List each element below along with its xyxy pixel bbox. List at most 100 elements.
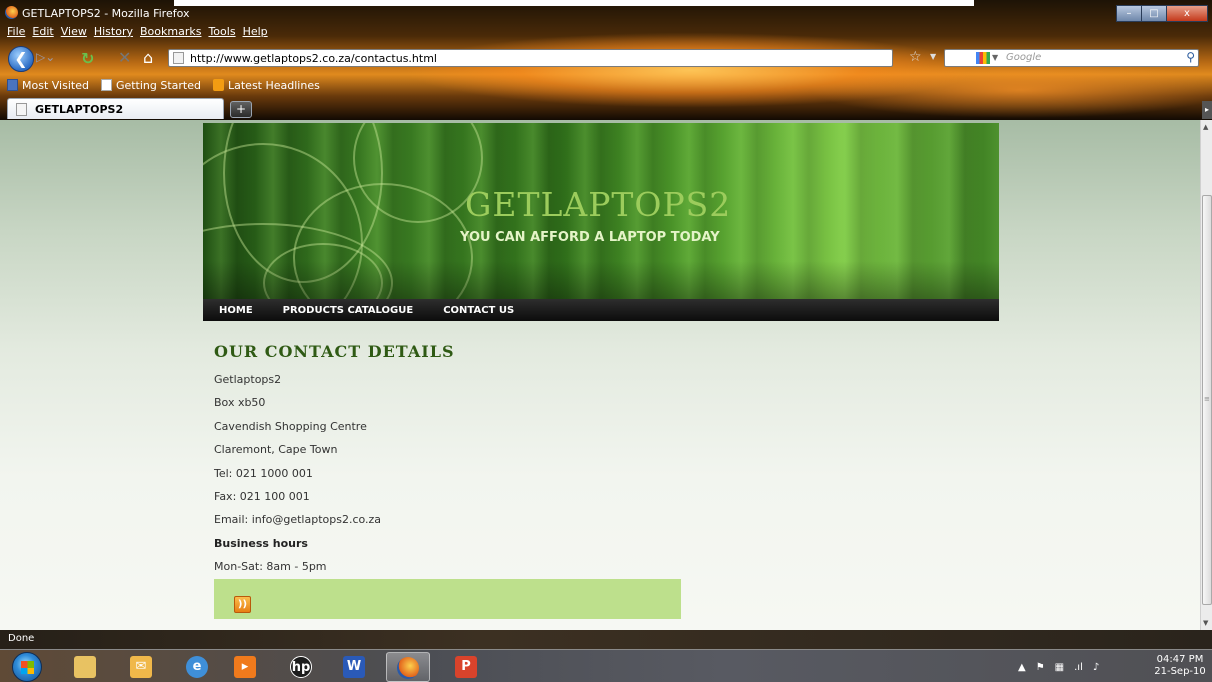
footer-box: )) (214, 579, 681, 619)
folder-icon (74, 656, 96, 678)
fax: Fax: 021 100 001 (214, 489, 310, 503)
google-engine-icon[interactable] (976, 52, 990, 64)
bookmark-label: Getting Started (115, 78, 201, 92)
clock[interactable]: 04:47 PM 21-Sep-10 (1150, 654, 1210, 678)
bookmark-latest-headlines[interactable]: Latest Headlines (213, 77, 320, 93)
taskbar-outlook[interactable]: ✉ (120, 652, 164, 682)
search-magnifier-icon[interactable]: ⚲ (1186, 50, 1195, 64)
windows-taskbar: ✉ e ▸ hp W P ▲ ⚑ ▦ .ıl ♪ 04:47 PM 21-Sep… (0, 649, 1212, 682)
taskbar-hp[interactable]: hp (280, 652, 324, 682)
action-center-flag-icon[interactable]: ⚑ (1036, 662, 1045, 673)
page-viewport: GETLAPTOPS2 YOU CAN AFFORD A LAPTOP TODA… (0, 120, 1200, 630)
page-icon (100, 79, 112, 91)
maximize-button[interactable]: □ (1141, 5, 1167, 22)
menu-bar: File Edit View History Bookmarks Tools H… (7, 25, 268, 41)
tab-label: GETLAPTOPS2 (35, 103, 124, 116)
title-bar: GETLAPTOPS2 - Mozilla Firefox – □ x (0, 5, 1212, 22)
system-tray: ▲ ⚑ ▦ .ıl ♪ (1018, 654, 1099, 680)
window-title: GETLAPTOPS2 - Mozilla Firefox (22, 7, 190, 20)
history-dropdown-icon[interactable]: ▼ (930, 52, 936, 61)
volume-icon[interactable]: ♪ (1093, 662, 1099, 673)
minimize-button[interactable]: – (1116, 5, 1142, 22)
clock-time: 04:47 PM (1156, 654, 1204, 665)
home-icon[interactable]: ⌂ (143, 48, 153, 67)
bookmark-getting-started[interactable]: Getting Started (100, 77, 201, 93)
network-icon[interactable]: ▦ (1055, 662, 1064, 673)
mail-icon: ✉ (130, 656, 152, 678)
forward-button[interactable]: ▷⌄ (36, 50, 56, 68)
taskbar-powerpoint[interactable]: P (445, 652, 489, 682)
rss-icon (213, 79, 224, 91)
window-controls: – □ x (1116, 5, 1208, 23)
email: Email: info@getlaptops2.co.za (214, 513, 382, 527)
scroll-grip-icon: ≡ (1204, 395, 1210, 403)
start-button[interactable] (12, 652, 42, 682)
new-tab-button[interactable]: + (230, 101, 252, 118)
bookmark-star-icon[interactable]: ☆ (909, 49, 922, 65)
menu-history[interactable]: History (94, 25, 133, 41)
navigation-toolbar: ❮ ▷⌄ ↻ ✕ ⌂ http://www.getlaptops2.co.za/… (0, 44, 1212, 72)
page-heading: OUR CONTACT DETAILS (214, 342, 455, 361)
back-button[interactable]: ❮ (8, 46, 34, 72)
engine-dropdown-icon[interactable]: ▼ (992, 53, 998, 62)
site-title: GETLAPTOPS2 (465, 185, 732, 224)
close-button[interactable]: x (1166, 5, 1208, 22)
firefox-icon (397, 657, 419, 679)
bookmark-label: Latest Headlines (228, 78, 320, 92)
internet-explorer-icon: e (186, 656, 208, 678)
business-hours-heading: Business hours (214, 536, 308, 550)
tab-strip: GETLAPTOPS2 + ▸ (0, 97, 1212, 119)
menu-view[interactable]: View (61, 25, 87, 41)
search-placeholder[interactable]: Google (1006, 52, 1041, 63)
nav-home[interactable]: HOME (219, 305, 253, 316)
most-visited-icon (7, 79, 18, 91)
tab-scroll-right-icon[interactable]: ▸ (1202, 101, 1212, 119)
scroll-down-icon[interactable]: ▼ (1203, 619, 1208, 627)
site-nav: HOME PRODUCTS CATALOGUE CONTACT US (203, 299, 999, 321)
powerpoint-icon: P (455, 656, 477, 678)
menu-tools[interactable]: Tools (208, 25, 235, 41)
nav-products-catalogue[interactable]: PRODUCTS CATALOGUE (283, 305, 414, 316)
url-text[interactable]: http://www.getlaptops2.co.za/contactus.h… (190, 52, 437, 65)
nav-contact-us[interactable]: CONTACT US (443, 305, 514, 316)
url-bar[interactable]: http://www.getlaptops2.co.za/contactus.h… (168, 49, 893, 67)
contact-details: OUR CONTACT DETAILS Getlaptops2 Box xb50… (214, 342, 854, 584)
bookmarks-toolbar: Most Visited Getting Started Latest Head… (7, 77, 320, 93)
company-name: Getlaptops2 (214, 373, 282, 386)
hp-icon: hp (290, 656, 312, 678)
clock-date: 21-Sep-10 (1154, 666, 1206, 677)
scroll-up-icon[interactable]: ▲ (1203, 123, 1208, 131)
bookmark-label: Most Visited (22, 78, 89, 92)
taskbar-word[interactable]: W (333, 652, 377, 682)
site-tagline: YOU CAN AFFORD A LAPTOP TODAY (460, 230, 720, 245)
rss-feed-icon[interactable]: )) (234, 596, 251, 613)
word-icon: W (343, 656, 365, 678)
bookmark-most-visited[interactable]: Most Visited (7, 77, 89, 93)
menu-file[interactable]: File (7, 25, 25, 41)
media-player-icon: ▸ (234, 656, 256, 678)
taskbar-firefox[interactable] (386, 652, 430, 682)
taskbar-media[interactable]: ▸ (224, 652, 268, 682)
taskbar-explorer[interactable] (64, 652, 108, 682)
site-banner: GETLAPTOPS2 YOU CAN AFFORD A LAPTOP TODA… (203, 123, 999, 301)
tab-getlaptops2[interactable]: GETLAPTOPS2 (7, 98, 224, 119)
menu-bookmarks[interactable]: Bookmarks (140, 25, 201, 41)
show-hidden-icons-icon[interactable]: ▲ (1018, 662, 1026, 673)
menu-help[interactable]: Help (243, 25, 268, 41)
reload-icon[interactable]: ↻ (81, 49, 94, 68)
page-icon (16, 103, 27, 116)
vertical-scrollbar[interactable]: ▲ ≡ ▼ (1200, 120, 1212, 630)
firefox-logo-icon (5, 6, 18, 19)
page-icon (173, 52, 184, 64)
telephone: Tel: 021 1000 001 (214, 466, 313, 480)
signal-icon[interactable]: .ıl (1074, 662, 1083, 673)
search-box[interactable]: ▼ Google ⚲ (944, 49, 1199, 67)
status-text: Done (8, 633, 35, 644)
menu-edit[interactable]: Edit (32, 25, 53, 41)
taskbar-internet-explorer[interactable]: e (176, 652, 220, 682)
address-centre: Cavendish Shopping Centre (214, 419, 367, 433)
address-city: Claremont, Cape Town (214, 443, 338, 457)
firefox-chrome: GETLAPTOPS2 - Mozilla Firefox – □ x File… (0, 0, 1212, 120)
status-bar: Done (0, 630, 1212, 649)
stop-icon[interactable]: ✕ (118, 48, 131, 67)
